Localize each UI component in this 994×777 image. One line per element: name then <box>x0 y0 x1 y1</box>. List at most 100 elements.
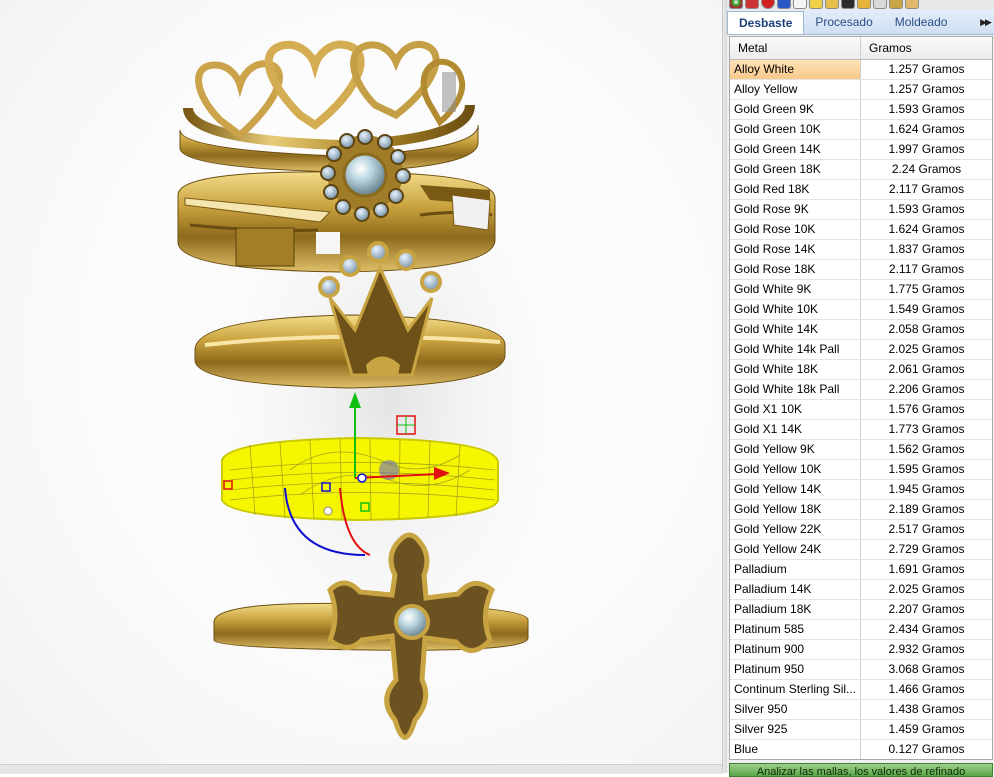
table-row[interactable]: Gold X1 10K 1.576 Gramos <box>730 400 992 420</box>
grams-cell[interactable]: 2.025 Gramos <box>861 580 992 599</box>
metal-cell[interactable]: Gold Green 10K <box>730 120 861 139</box>
table-row[interactable]: Blue 0.127 Gramos <box>730 740 992 759</box>
table-row[interactable]: Gold Yellow 22K 2.517 Gramos <box>730 520 992 540</box>
grams-cell[interactable]: 1.837 Gramos <box>861 240 992 259</box>
table-row[interactable]: Continum Sterling Sil... 1.466 Gramos <box>730 680 992 700</box>
table-row[interactable]: Silver 950 1.438 Gramos <box>730 700 992 720</box>
grams-cell[interactable]: 1.466 Gramos <box>861 680 992 699</box>
globe-icon[interactable] <box>761 0 775 9</box>
grid-icon[interactable] <box>841 0 855 9</box>
table-row[interactable]: Gold X1 14K 1.773 Gramos <box>730 420 992 440</box>
metal-cell[interactable]: Gold Green 9K <box>730 100 861 119</box>
table-row[interactable]: Palladium 1.691 Gramos <box>730 560 992 580</box>
shield-icon[interactable] <box>745 0 759 9</box>
grams-cell[interactable]: 1.562 Gramos <box>861 440 992 459</box>
table-row[interactable]: Gold Yellow 24K 2.729 Gramos <box>730 540 992 560</box>
metal-cell[interactable]: Palladium 14K <box>730 580 861 599</box>
metal-cell[interactable]: Gold White 14k Pall <box>730 340 861 359</box>
grams-cell[interactable]: 1.257 Gramos <box>861 80 992 99</box>
grams-cell[interactable]: 1.549 Gramos <box>861 300 992 319</box>
grams-cell[interactable]: 1.257 Gramos <box>861 60 992 79</box>
metal-cell[interactable]: Gold Yellow 10K <box>730 460 861 479</box>
grams-cell[interactable]: 2.189 Gramos <box>861 500 992 519</box>
layers-icon[interactable] <box>825 0 839 9</box>
metal-cell[interactable]: Platinum 950 <box>730 660 861 679</box>
folder-icon[interactable] <box>809 0 823 9</box>
metal-cell[interactable]: Gold Rose 18K <box>730 260 861 279</box>
metal-cell[interactable]: Gold White 14K <box>730 320 861 339</box>
metal-cell[interactable]: Gold White 18K <box>730 360 861 379</box>
grams-cell[interactable]: 1.624 Gramos <box>861 220 992 239</box>
gem-icon[interactable] <box>857 0 871 9</box>
metal-cell[interactable]: Alloy Yellow <box>730 80 861 99</box>
hand-icon[interactable] <box>905 0 919 9</box>
grams-cell[interactable]: 1.438 Gramos <box>861 700 992 719</box>
table-row[interactable]: Gold White 18K 2.061 Gramos <box>730 360 992 380</box>
grams-cell[interactable]: 2.434 Gramos <box>861 620 992 639</box>
table-row[interactable]: Palladium 14K 2.025 Gramos <box>730 580 992 600</box>
ring-icon[interactable] <box>873 0 887 9</box>
double-chevron-right-icon[interactable]: ▶▶ <box>976 10 994 34</box>
grams-cell[interactable]: 2.117 Gramos <box>861 180 992 199</box>
table-row[interactable]: Gold Green 10K 1.624 Gramos <box>730 120 992 140</box>
table-row[interactable]: Gold Rose 9K 1.593 Gramos <box>730 200 992 220</box>
table-row[interactable]: Platinum 950 3.068 Gramos <box>730 660 992 680</box>
pencil-icon[interactable] <box>793 0 807 9</box>
table-row[interactable]: Gold Yellow 14K 1.945 Gramos <box>730 480 992 500</box>
cup-icon[interactable] <box>889 0 903 9</box>
tab-procesado[interactable]: Procesado <box>804 10 883 34</box>
metal-cell[interactable]: Palladium 18K <box>730 600 861 619</box>
grams-cell[interactable]: 1.459 Gramos <box>861 720 992 739</box>
grams-cell[interactable]: 2.24 Gramos <box>861 160 992 179</box>
table-row[interactable]: Gold Rose 18K 2.117 Gramos <box>730 260 992 280</box>
table-row[interactable]: Gold Rose 14K 1.837 Gramos <box>730 240 992 260</box>
grams-cell[interactable]: 1.624 Gramos <box>861 120 992 139</box>
metal-cell[interactable]: Gold Red 18K <box>730 180 861 199</box>
grams-cell[interactable]: 2.025 Gramos <box>861 340 992 359</box>
metal-cell[interactable]: Palladium <box>730 560 861 579</box>
table-row[interactable]: Platinum 900 2.932 Gramos <box>730 640 992 660</box>
table-row[interactable]: Gold White 18k Pall 2.206 Gramos <box>730 380 992 400</box>
table-row[interactable]: Platinum 585 2.434 Gramos <box>730 620 992 640</box>
table-row[interactable]: Alloy White 1.257 Gramos <box>730 60 992 80</box>
grams-cell[interactable]: 1.595 Gramos <box>861 460 992 479</box>
metal-cell[interactable]: Gold Rose 14K <box>730 240 861 259</box>
grams-cell[interactable]: 2.517 Gramos <box>861 520 992 539</box>
table-row[interactable]: Gold Green 14K 1.997 Gramos <box>730 140 992 160</box>
grams-cell[interactable]: 1.773 Gramos <box>861 420 992 439</box>
metal-cell[interactable]: Gold White 10K <box>730 300 861 319</box>
table-row[interactable]: Gold Red 18K 2.117 Gramos <box>730 180 992 200</box>
grams-cell[interactable]: 0.127 Gramos <box>861 740 992 759</box>
grams-cell[interactable]: 2.207 Gramos <box>861 600 992 619</box>
table-row[interactable]: Gold Yellow 10K 1.595 Gramos <box>730 460 992 480</box>
table-row[interactable]: Gold White 10K 1.549 Gramos <box>730 300 992 320</box>
tab-moldeado[interactable]: Moldeado <box>884 10 959 34</box>
metal-cell[interactable]: Gold Yellow 24K <box>730 540 861 559</box>
grams-cell[interactable]: 1.576 Gramos <box>861 400 992 419</box>
metal-cell[interactable]: Gold Green 18K <box>730 160 861 179</box>
table-row[interactable]: Gold White 9K 1.775 Gramos <box>730 280 992 300</box>
metal-cell[interactable]: Gold Yellow 9K <box>730 440 861 459</box>
grams-cell[interactable]: 2.061 Gramos <box>861 360 992 379</box>
metal-cell[interactable]: Alloy White <box>730 60 861 79</box>
table-row[interactable]: Gold Rose 10K 1.624 Gramos <box>730 220 992 240</box>
grams-cell[interactable]: 1.691 Gramos <box>861 560 992 579</box>
grams-cell[interactable]: 2.932 Gramos <box>861 640 992 659</box>
table-row[interactable]: Gold Green 18K 2.24 Gramos <box>730 160 992 180</box>
ring-stack-render[interactable] <box>0 0 722 773</box>
grams-cell[interactable]: 1.997 Gramos <box>861 140 992 159</box>
metal-cell[interactable]: Gold X1 10K <box>730 400 861 419</box>
grams-cell[interactable]: 2.729 Gramos <box>861 540 992 559</box>
table-row[interactable]: Gold Yellow 9K 1.562 Gramos <box>730 440 992 460</box>
grams-cell[interactable]: 2.117 Gramos <box>861 260 992 279</box>
grams-cell[interactable]: 2.058 Gramos <box>861 320 992 339</box>
sphere-icon[interactable] <box>729 0 743 9</box>
cube-icon[interactable] <box>777 0 791 9</box>
metal-cell[interactable]: Silver 925 <box>730 720 861 739</box>
metal-cell[interactable]: Gold Rose 9K <box>730 200 861 219</box>
tab-desbaste[interactable]: Desbaste <box>727 11 805 34</box>
metal-cell[interactable]: Gold Green 14K <box>730 140 861 159</box>
metal-cell[interactable]: Gold Rose 10K <box>730 220 861 239</box>
metal-cell[interactable]: Gold Yellow 14K <box>730 480 861 499</box>
grams-cell[interactable]: 1.593 Gramos <box>861 200 992 219</box>
